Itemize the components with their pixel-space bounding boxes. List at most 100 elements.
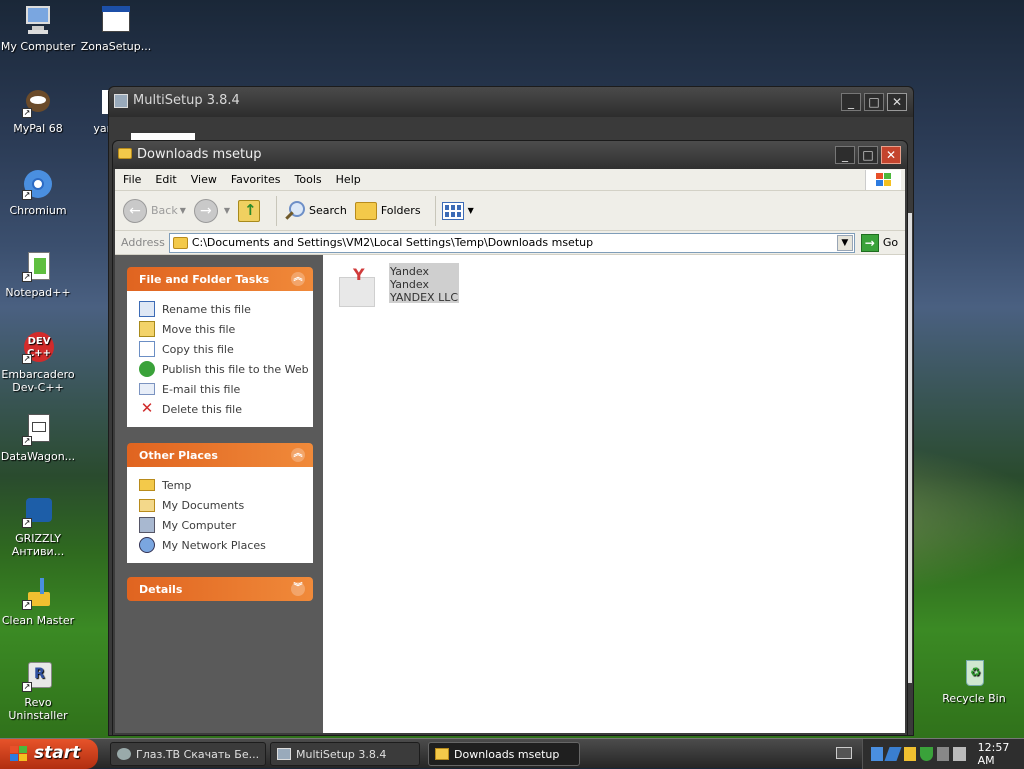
move-icon [139, 321, 155, 337]
file-list[interactable]: Y Yandex Yandex YANDEX LLC [323, 255, 905, 733]
multisetup-app-icon [277, 748, 291, 760]
file-item-yandex[interactable]: Y Yandex Yandex YANDEX LLC [333, 263, 460, 311]
taskbar-button-downloads[interactable]: Downloads msetup [428, 742, 580, 766]
desktop-icon-chromium[interactable]: ↗ Chromium [0, 168, 76, 217]
windows-flag-icon [10, 746, 28, 762]
network-icon [139, 537, 155, 553]
task-email[interactable]: E-mail this file [139, 379, 313, 399]
views-icon [441, 201, 464, 220]
my-documents-icon [139, 498, 155, 512]
explorer-titlebar[interactable]: Downloads msetup _ □ ✕ [113, 141, 907, 169]
place-my-computer[interactable]: My Computer [139, 515, 313, 535]
menu-favorites[interactable]: Favorites [231, 173, 281, 186]
multisetup-title: MultiSetup 3.8.4 [133, 93, 240, 108]
start-button[interactable]: start [0, 739, 98, 769]
desktop-icon-devcpp[interactable]: DEV C++ ↗ Embarcadero Dev-C++ [0, 332, 76, 394]
multisetup-scrollbar[interactable] [908, 213, 912, 683]
network-tray-icon[interactable] [871, 747, 884, 761]
toolbar: ← Back ▼ → ▼ Search Folders ▼ [115, 191, 905, 231]
folders-button[interactable]: Folders [354, 201, 421, 220]
address-label: Address [121, 236, 165, 249]
desktop-icon-recycle-bin[interactable]: ♻ Recycle Bin [936, 656, 1012, 705]
shield-tray-icon[interactable] [920, 747, 933, 761]
notepad-icon: ↗ [22, 250, 54, 282]
my-computer-icon [22, 4, 54, 36]
views-button[interactable]: ▼ [441, 201, 474, 220]
windows-logo [865, 170, 901, 190]
desktop-icon-grizzly[interactable]: ↗ GRIZZLY Антиви... [0, 496, 76, 558]
multisetup-app-icon [114, 94, 128, 108]
copy-icon [139, 341, 155, 357]
task-copy[interactable]: Copy this file [139, 339, 313, 359]
minimize-button[interactable]: _ [841, 93, 861, 111]
explorer-window[interactable]: Downloads msetup _ □ ✕ File Edit View Fa… [112, 140, 908, 736]
broom-tray-icon[interactable] [903, 747, 917, 761]
globe-icon [139, 361, 155, 377]
clock: 12:57 AM [977, 741, 1010, 767]
desktop-icon-zonasetup[interactable]: ZonaSetup... [78, 4, 154, 53]
task-move[interactable]: Move this file [139, 319, 313, 339]
multisetup-titlebar[interactable]: MultiSetup 3.8.4 _ □ ✕ [109, 87, 913, 117]
rename-icon [139, 301, 155, 317]
toolbar-separator [434, 195, 436, 226]
maximize-button[interactable]: □ [858, 146, 878, 164]
desktop-icon-datawagon[interactable]: ↗ DataWagon... [0, 414, 76, 463]
collapse-icon[interactable]: ︽ [291, 272, 305, 286]
broom-icon: ↗ [22, 578, 54, 610]
file-folder-tasks: File and Folder Tasks ︽ Rename this file… [127, 267, 313, 427]
explorer-title: Downloads msetup [137, 147, 262, 162]
back-button[interactable]: ← Back ▼ [123, 198, 186, 223]
details: Details ︾ [127, 577, 313, 601]
menu-tools[interactable]: Tools [295, 173, 322, 186]
forward-button[interactable]: → ▼ [193, 198, 230, 223]
close-button[interactable]: ✕ [887, 93, 907, 111]
recycle-bin-icon: ♻ [958, 656, 990, 688]
place-my-network[interactable]: My Network Places [139, 535, 313, 555]
address-dropdown-button[interactable]: ▼ [836, 234, 853, 251]
task-rename[interactable]: Rename this file [139, 299, 313, 319]
other-places-header[interactable]: Other Places ︽ [127, 443, 313, 467]
file-folder-tasks-header[interactable]: File and Folder Tasks ︽ [127, 267, 313, 291]
desktop-icon-label: Embarcadero Dev-C++ [1, 368, 75, 394]
desktop-icon-label: GRIZZLY Антиви... [11, 532, 65, 558]
address-input[interactable]: C:\Documents and Settings\VM2\Local Sett… [168, 232, 855, 253]
menu-view[interactable]: View [191, 173, 217, 186]
taskbar-button-multisetup[interactable]: MultiSetup 3.8.4 [270, 742, 420, 766]
place-temp[interactable]: Temp [139, 475, 313, 495]
expand-icon[interactable]: ︾ [291, 582, 305, 596]
installer-box-icon: Y [333, 263, 381, 311]
place-my-documents[interactable]: My Documents [139, 495, 313, 515]
desktop-icon-label: Chromium [9, 204, 67, 217]
desktop-icon-revo[interactable]: R ↗ Revo Uninstaller [0, 660, 76, 722]
menu-file[interactable]: File [123, 173, 141, 186]
collapse-icon[interactable]: ︽ [291, 448, 305, 462]
document-icon: ↗ [22, 414, 54, 446]
volume-tray-icon[interactable] [953, 747, 966, 761]
task-publish[interactable]: Publish this file to the Web [139, 359, 313, 379]
desktop-icon-label: MyPal 68 [13, 122, 63, 135]
pen-tray-icon[interactable] [884, 747, 903, 761]
desktop-icon-clean-master[interactable]: ↗ Clean Master [0, 578, 76, 627]
taskbar-button-browser[interactable]: Глаз.ТВ Скачать Бе... [110, 742, 266, 766]
keyboard-icon[interactable] [836, 747, 852, 759]
address-bar: Address C:\Documents and Settings\VM2\Lo… [115, 231, 905, 255]
desktop-icon-label: Clean Master [1, 614, 75, 627]
other-places: Other Places ︽ Temp My Documents My Comp… [127, 443, 313, 563]
menu-bar: File Edit View Favorites Tools Help [115, 169, 905, 191]
task-delete[interactable]: ✕ Delete this file [139, 399, 313, 419]
up-folder-button[interactable] [238, 199, 262, 222]
close-button[interactable]: ✕ [881, 146, 901, 164]
maximize-button[interactable]: □ [864, 93, 884, 111]
delete-icon: ✕ [140, 399, 154, 417]
details-header[interactable]: Details ︾ [127, 577, 313, 601]
minimize-button[interactable]: _ [835, 146, 855, 164]
desktop-icon-notepadpp[interactable]: ↗ Notepad++ [0, 250, 76, 299]
search-button[interactable]: Search [283, 200, 347, 222]
go-button[interactable]: → Go [860, 233, 898, 252]
forward-arrow-icon: → [193, 198, 218, 223]
toolbar-separator [276, 195, 278, 226]
menu-help[interactable]: Help [336, 173, 361, 186]
connection-tray-icon[interactable] [936, 747, 950, 761]
desktop-icon-my-computer[interactable]: My Computer [0, 4, 76, 53]
menu-edit[interactable]: Edit [155, 173, 176, 186]
